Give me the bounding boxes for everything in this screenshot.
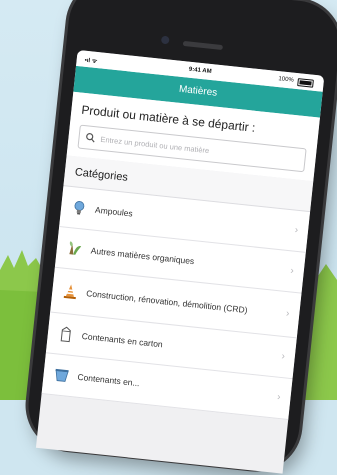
category-list: Ampoules › Autres matières organiques › xyxy=(41,185,311,420)
traffic-cone-icon xyxy=(63,284,76,300)
organic-matter-icon xyxy=(69,241,82,255)
app-screen: •ıl ᯤ 9:41 AM 100% Matières Produit ou m… xyxy=(35,49,325,474)
category-label: Construction, rénovation, démolition (CR… xyxy=(85,287,249,315)
category-label: Contenants en... xyxy=(77,371,141,388)
category-label: Autres matières organiques xyxy=(90,245,195,266)
search-placeholder: Entrez un produit ou une matière xyxy=(100,134,210,155)
category-label: Contenants en carton xyxy=(81,330,164,350)
page-title: Matières xyxy=(178,83,218,99)
category-label: Ampoules xyxy=(94,204,134,219)
chevron-right-icon: › xyxy=(289,265,295,277)
chevron-right-icon: › xyxy=(294,224,299,236)
earpiece-speaker xyxy=(182,40,224,51)
chevron-right-icon: › xyxy=(276,391,282,404)
chevron-right-icon: › xyxy=(280,350,286,363)
carton-container-icon xyxy=(60,326,71,343)
search-icon xyxy=(85,132,96,143)
lightbulb-icon xyxy=(74,201,85,215)
front-camera xyxy=(160,35,170,45)
chevron-right-icon: › xyxy=(285,308,290,320)
battery-percentage: 100% xyxy=(278,76,295,84)
container-icon xyxy=(55,368,69,382)
battery-icon xyxy=(297,78,314,88)
phone-device: •ıl ᯤ 9:41 AM 100% Matières Produit ou m… xyxy=(24,0,337,474)
